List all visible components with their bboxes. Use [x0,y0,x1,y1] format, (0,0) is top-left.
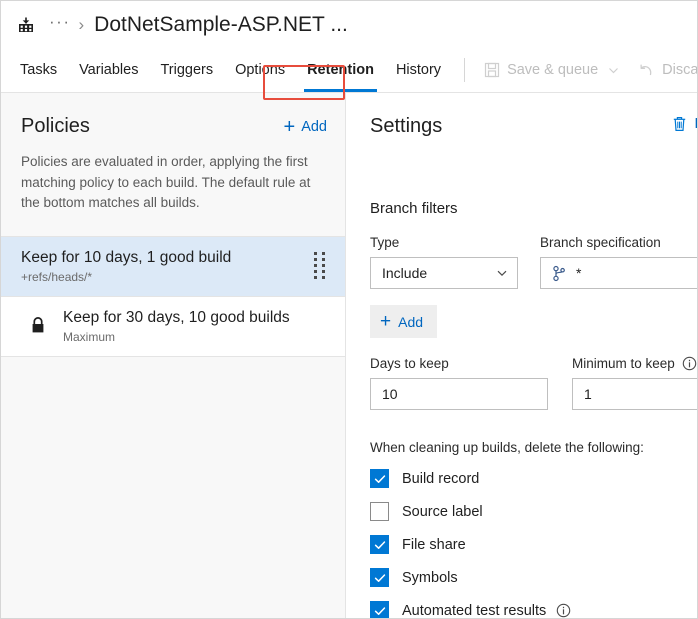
chevron-down-icon[interactable] [607,64,620,77]
checkbox-row-build-record[interactable]: Build record [346,469,697,488]
branch-specification-value: * [576,265,582,281]
days-to-keep-label: Days to keep [370,356,449,371]
checkbox-row-automated-test-results[interactable]: Automated test results [346,601,697,618]
minimum-to-keep-label-text: Minimum to keep [572,356,675,371]
retention-values-row: Days to keep Minimum to keep [346,356,697,410]
checkbox-label: Build record [402,470,480,487]
tab-variables[interactable]: Variables [68,48,149,92]
checkbox-label: File share [402,536,466,553]
info-icon[interactable] [556,603,571,618]
checkbox-automated-test-results[interactable] [370,601,389,618]
settings-title: Settings [370,115,443,137]
policy-subtitle: Maximum [63,329,116,344]
tab-tasks[interactable]: Tasks [9,48,68,92]
checkbox-file-share[interactable] [370,535,389,554]
breadcrumb: ··· › DotNetSample-ASP.NET ... [1,1,697,48]
add-policy-label: Add [301,118,327,135]
delete-policy-label: D [695,116,697,132]
plus-icon: + [283,115,296,138]
minimum-to-keep-label: Minimum to keep [572,356,697,371]
policies-description: Policies are evaluated in order, applyin… [21,154,311,211]
policy-subtitle: +refs/heads/* [21,269,93,284]
minimum-to-keep-input[interactable] [572,378,697,410]
save-and-queue-label: Save & queue [507,62,599,78]
drag-handle-icon[interactable] [314,252,325,280]
settings-header: Settings [346,93,697,138]
settings-pane: Settings D Branch filters Type [346,93,697,618]
build-definition-retention-page: ··· › DotNetSample-ASP.NET ... Tasks Var… [0,0,698,619]
policies-title: Policies [21,115,90,137]
delete-policy-button[interactable]: D [671,115,697,133]
trash-icon [671,115,688,133]
branch-specification-dropdown[interactable]: * [540,257,697,289]
policy-name: Keep for 10 days, 1 good build [21,248,232,266]
undo-icon [638,62,655,79]
cleanup-title: When cleaning up builds, delete the foll… [370,440,644,455]
checkbox-row-source-label[interactable]: Source label [346,502,697,521]
add-branch-filter-label: Add [398,313,424,330]
branch-filters-title: Branch filters [370,200,458,217]
save-and-queue-button[interactable]: Save & queue [475,48,629,92]
branch-specification-field: Branch specification * [540,235,697,289]
discard-label: Discard [662,62,698,78]
discard-button[interactable]: Discard [629,48,698,92]
branch-specification-label: Branch specification [540,235,661,250]
minimum-to-keep-field: Minimum to keep [572,356,697,410]
checkbox-build-record[interactable] [370,469,389,488]
page-title: DotNetSample-ASP.NET ... [94,12,348,36]
info-icon[interactable] [682,356,697,371]
type-dropdown[interactable]: Include [370,257,518,289]
checkbox-label: Source label [402,503,483,520]
checkbox-row-file-share[interactable]: File share [346,535,697,554]
policy-name: Keep for 30 days, 10 good builds [63,308,290,326]
days-to-keep-input[interactable] [370,378,548,410]
toolbar-divider [464,58,466,82]
type-value: Include [382,265,428,281]
policy-list-item-maximum[interactable]: Keep for 30 days, 10 good builds Maximum [1,296,345,357]
tab-bar: Tasks Variables Triggers Options Retenti… [1,48,697,93]
checkbox-label: Automated test results [402,602,547,619]
content-body: Policies + Add Policies are evaluated in… [1,93,697,618]
policies-header: Policies + Add [1,93,345,138]
add-policy-button[interactable]: + Add [284,117,328,137]
policies-pane: Policies + Add Policies are evaluated in… [1,93,346,618]
days-to-keep-field: Days to keep [370,356,548,410]
policy-text: Keep for 30 days, 10 good builds Maximum [63,308,331,344]
type-label: Type [370,235,400,250]
lock-icon [27,316,49,335]
checkbox-row-symbols[interactable]: Symbols [346,568,697,587]
git-branch-icon [552,265,567,282]
breadcrumb-overflow[interactable]: ··· [49,13,70,36]
plus-icon: + [380,311,392,332]
checkbox-label: Symbols [402,569,458,586]
type-field: Type Include [370,235,518,289]
save-floppy-icon [484,62,500,78]
breadcrumb-separator-icon: › [78,15,85,34]
chevron-down-icon [495,266,509,280]
checkbox-source-label[interactable] [370,502,389,521]
policy-text: Keep for 10 days, 1 good build +refs/hea… [21,248,314,284]
tab-options[interactable]: Options [224,48,296,92]
add-branch-filter-button[interactable]: + Add [370,305,438,338]
policies-list: Keep for 10 days, 1 good build +refs/hea… [1,235,345,357]
checkbox-symbols[interactable] [370,568,389,587]
tab-triggers[interactable]: Triggers [149,48,224,92]
tab-retention[interactable]: Retention [296,48,385,92]
branch-filter-row: Type Include Branch specification * [346,235,697,289]
policy-list-item-selected[interactable]: Keep for 10 days, 1 good build +refs/hea… [1,236,345,297]
tab-history[interactable]: History [385,48,452,92]
build-definition-icon [15,14,37,36]
